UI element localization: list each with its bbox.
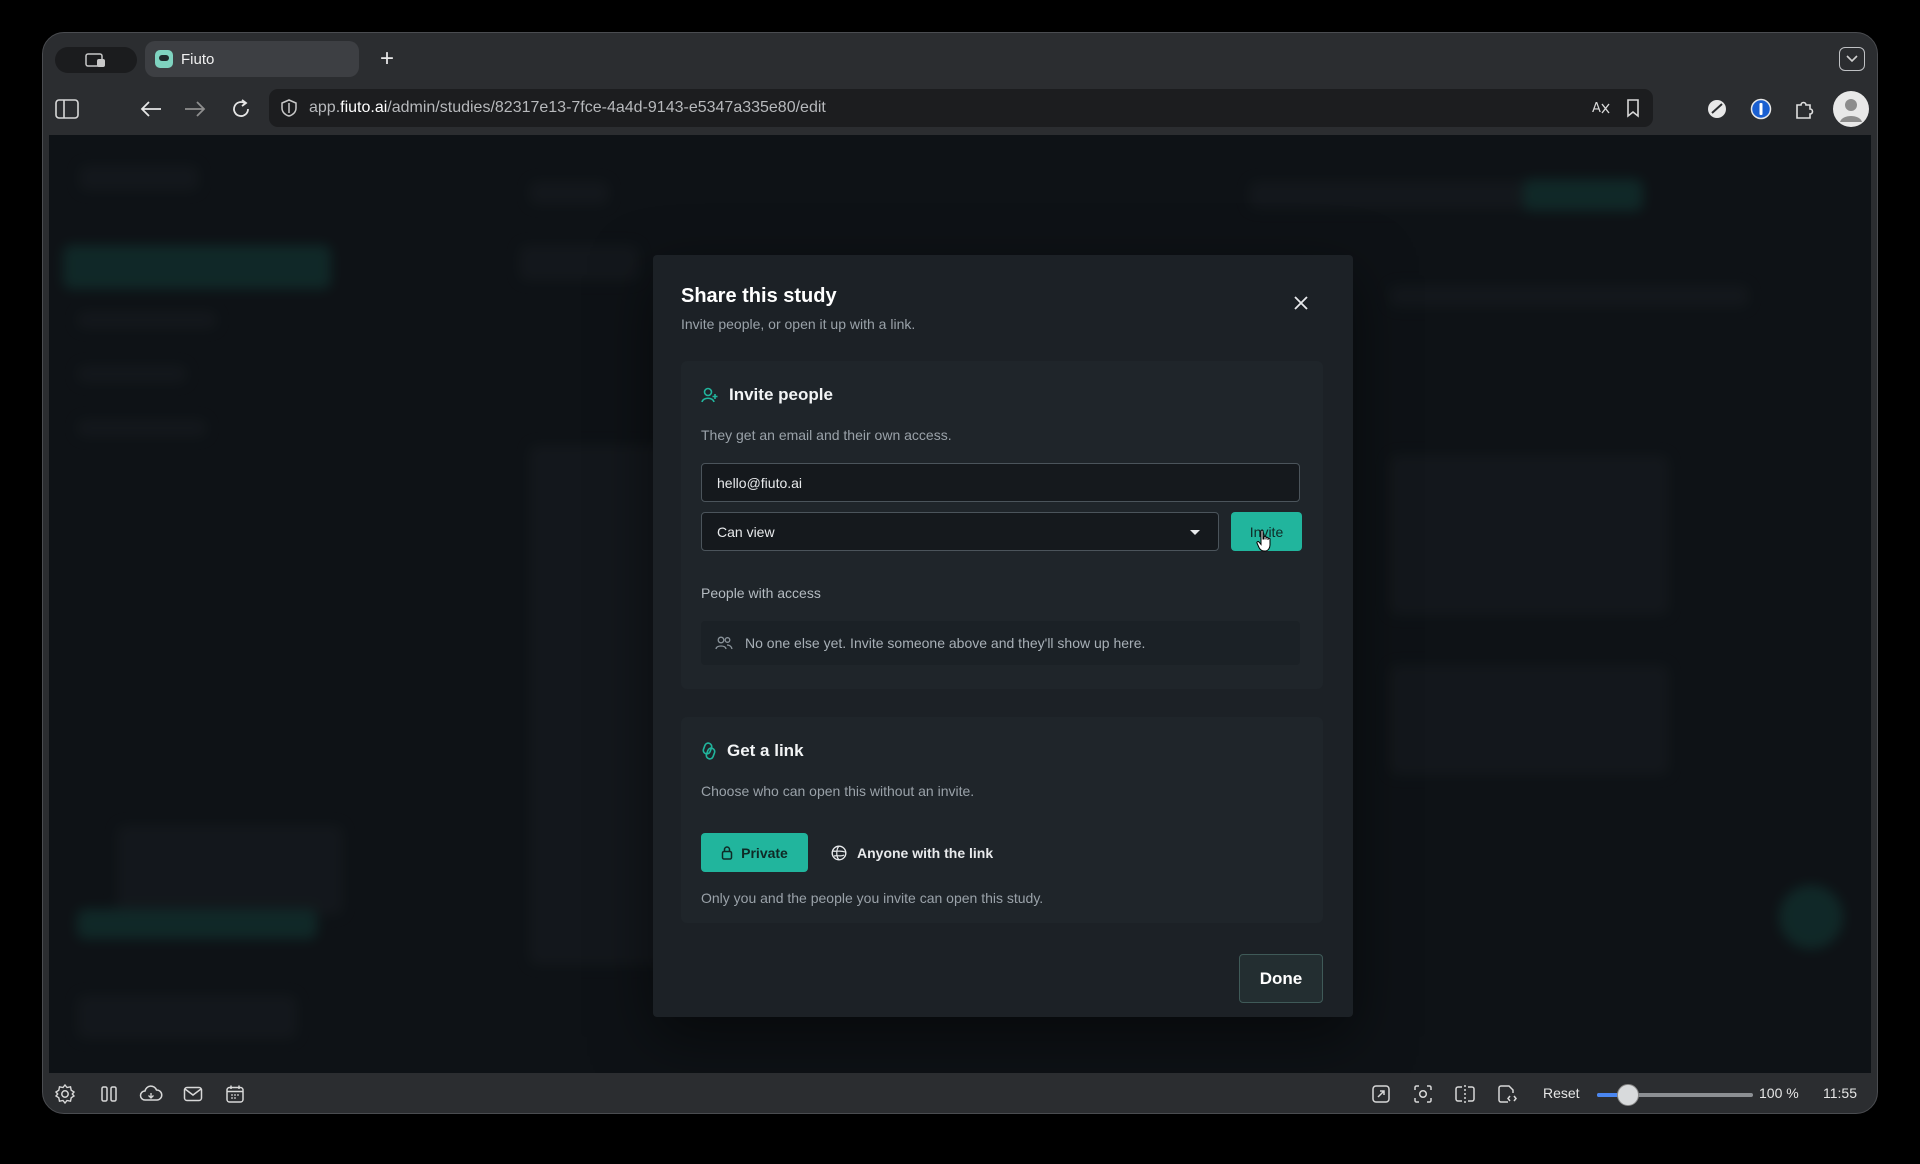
invite-description: They get an email and their own access. xyxy=(701,427,952,443)
link-icon xyxy=(702,742,716,760)
done-button-label: Done xyxy=(1259,968,1303,988)
anyone-with-link-option-button[interactable]: Anyone with the link xyxy=(819,833,1005,872)
settings-button[interactable] xyxy=(53,1082,77,1106)
extensions-button[interactable] xyxy=(1791,95,1819,123)
address-bar[interactable]: app.fiuto.ai/admin/studies/82317e13-7fce… xyxy=(269,89,1653,127)
extension-button-1[interactable] xyxy=(1703,95,1731,123)
tab-list-button[interactable] xyxy=(1839,47,1865,71)
profile-avatar[interactable] xyxy=(1833,91,1869,127)
pointer-cursor-icon xyxy=(1256,529,1271,552)
role-select[interactable]: Can view xyxy=(701,512,1219,551)
share-study-dialog: Share this study Invite people, or open … xyxy=(653,255,1353,1017)
password-manager-icon xyxy=(1750,98,1772,120)
users-icon xyxy=(715,636,733,650)
people-empty-state: No one else yet. Invite someone above an… xyxy=(701,621,1300,665)
svg-text:A: A xyxy=(1592,101,1601,116)
lock-icon xyxy=(721,846,733,860)
email-field[interactable] xyxy=(701,463,1300,502)
dialog-subtitle: Invite people, or open it up with a link… xyxy=(681,316,916,332)
mail-button[interactable] xyxy=(181,1082,205,1106)
devtools-button[interactable] xyxy=(1495,1082,1519,1106)
sidebar-toggle-button[interactable] xyxy=(53,95,81,123)
translate-icon: A xyxy=(1592,101,1610,116)
invite-people-title: Invite people xyxy=(729,385,833,404)
invite-people-card: Invite people They get an email and thei… xyxy=(681,361,1323,689)
role-selected-value: Can view xyxy=(717,523,775,540)
columns-icon xyxy=(101,1086,117,1102)
empty-state-text: No one else yet. Invite someone above an… xyxy=(745,635,1146,651)
puzzle-icon xyxy=(1796,101,1814,119)
get-link-heading: Get a link xyxy=(701,741,804,761)
page-actions-button[interactable] xyxy=(1369,1082,1393,1106)
reload-icon xyxy=(233,99,249,117)
capture-button[interactable] xyxy=(1411,1082,1435,1106)
url-text: app.fiuto.ai/admin/studies/82317e13-7fce… xyxy=(309,99,826,117)
url-path: /admin/studies/82317e13-7fce-4a4d-9143-e… xyxy=(387,99,826,116)
translate-button[interactable]: A xyxy=(1591,98,1611,118)
get-link-card: Get a link Choose who can open this with… xyxy=(681,717,1323,923)
cloud-icon xyxy=(139,1085,163,1101)
extension-circle-icon xyxy=(1708,100,1726,118)
panels-button[interactable] xyxy=(97,1082,121,1106)
forward-button[interactable] xyxy=(181,95,209,123)
user-icon xyxy=(1840,99,1862,122)
add-user-icon xyxy=(701,387,718,403)
get-link-description: Choose who can open this without an invi… xyxy=(701,783,975,799)
link-access-note: Only you and the people you invite can o… xyxy=(701,890,1044,906)
screenshot-icon xyxy=(1414,1085,1432,1103)
back-button[interactable] xyxy=(137,95,165,123)
zoom-slider-knob[interactable] xyxy=(1617,1084,1640,1106)
invite-people-heading: Invite people xyxy=(701,385,833,405)
close-button[interactable] xyxy=(1289,291,1313,315)
bookmark-icon xyxy=(1627,99,1639,118)
fiuto-favicon-icon xyxy=(155,50,173,68)
calendar-button[interactable] xyxy=(223,1082,247,1106)
browser-window: Fiuto + app.fiuto.ai/admin/studies/82317… xyxy=(42,32,1878,1114)
sync-button[interactable] xyxy=(139,1082,163,1106)
zoom-reset-button[interactable]: Reset xyxy=(1543,1085,1580,1101)
get-link-title: Get a link xyxy=(727,741,804,760)
url-domain: fiuto.ai xyxy=(340,99,388,116)
anyone-option-label: Anyone with the link xyxy=(857,844,994,861)
chevron-down-icon xyxy=(1846,55,1858,63)
gear-icon xyxy=(54,1083,76,1105)
tab-group-button[interactable] xyxy=(55,47,137,73)
new-tab-button[interactable]: + xyxy=(373,45,401,73)
tab-title: Fiuto xyxy=(181,50,215,68)
zoom-level: 100 % xyxy=(1759,1085,1799,1101)
tab-group-icon xyxy=(85,53,105,67)
page-viewport: Share this study Invite people, or open … xyxy=(49,135,1871,1073)
people-with-access-label: People with access xyxy=(701,585,821,601)
dialog-title: Share this study xyxy=(681,285,837,307)
tab-bar: Fiuto + xyxy=(43,33,1877,85)
arrow-left-icon xyxy=(140,101,161,117)
mail-icon xyxy=(183,1086,203,1102)
clock: 11:55 xyxy=(1823,1085,1857,1101)
globe-icon xyxy=(831,844,847,861)
close-icon xyxy=(1294,296,1308,310)
url-prefix: app. xyxy=(309,99,341,116)
private-option-label: Private xyxy=(741,844,788,861)
calendar-icon xyxy=(226,1085,244,1103)
tab-fiuto[interactable]: Fiuto xyxy=(145,41,359,77)
browser-status-bar: Reset 100 % 11:55 xyxy=(43,1073,1877,1113)
shield-icon xyxy=(281,99,297,117)
sidebar-icon xyxy=(55,99,79,119)
bookmark-button[interactable] xyxy=(1625,98,1641,118)
code-page-icon xyxy=(1498,1085,1517,1103)
done-button[interactable]: Done xyxy=(1239,954,1323,1003)
tiling-button[interactable] xyxy=(1453,1082,1477,1106)
caret-down-icon xyxy=(1190,530,1200,535)
password-manager-button[interactable] xyxy=(1747,95,1775,123)
reload-button[interactable] xyxy=(227,95,255,123)
private-option-button[interactable]: Private xyxy=(701,833,808,872)
split-view-icon xyxy=(1455,1085,1475,1103)
resize-icon xyxy=(1372,1085,1390,1103)
arrow-right-icon xyxy=(185,101,206,117)
